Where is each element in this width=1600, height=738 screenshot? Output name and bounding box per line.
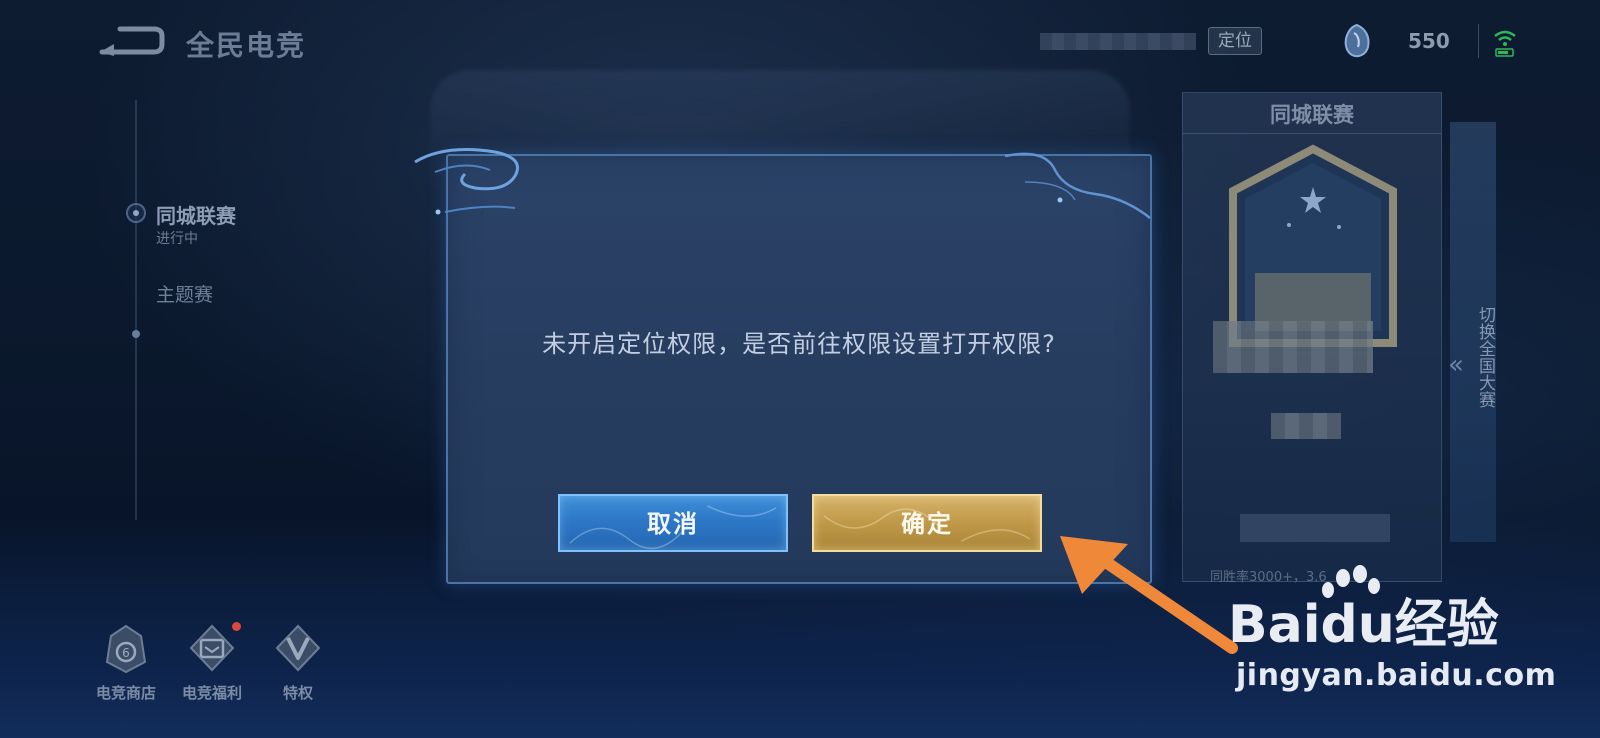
back-arrow-icon — [99, 26, 165, 56]
gift-icon — [189, 624, 235, 672]
sidebar-item-city-league[interactable]: 同城联赛 — [156, 200, 236, 229]
annotation-arrow-icon — [1060, 536, 1238, 654]
double-chevron-left-icon: « — [1448, 350, 1464, 380]
card-action-bar — [1240, 514, 1390, 542]
nav-esports-welfare-label: 电竞福利 — [181, 684, 242, 702]
switch-national-label: 切换全国大赛 — [1475, 306, 1495, 408]
cancel-button[interactable]: 取消 — [558, 494, 788, 552]
confirm-button-label: 确定 — [901, 510, 953, 538]
sidebar-item-city-league-status: 进行中 — [156, 231, 198, 247]
gem-currency-icon — [1344, 23, 1370, 58]
sidebar-track — [135, 100, 137, 520]
watermark-brand: Baidu经验 — [1228, 595, 1499, 655]
svg-text:6: 6 — [122, 646, 130, 660]
permission-dialog: 未开启定位权限，是否前往权限设置打开权限? 取消 确定 — [446, 154, 1152, 584]
watermark-url: jingyan.baidu.com — [1236, 658, 1557, 693]
wifi-battery-icon — [1494, 30, 1516, 57]
coin-count: 550 — [1408, 29, 1450, 53]
blurred-rank-text — [1271, 413, 1341, 439]
city-league-card[interactable]: 同城联赛 — [1182, 92, 1442, 582]
vip-icon — [275, 624, 321, 672]
back-button[interactable] — [98, 24, 168, 58]
sidebar-marker — [132, 330, 140, 338]
notification-badge — [232, 622, 241, 631]
sidebar-active-marker — [126, 203, 146, 223]
city-league-card-title: 同城联赛 — [1270, 103, 1354, 127]
nav-esports-shop[interactable]: 6 电竞商店 — [86, 622, 166, 703]
nav-privilege-label: 特权 — [282, 684, 313, 702]
blurred-username — [1040, 33, 1196, 50]
sidebar-item-theme-match[interactable]: 主题赛 — [156, 280, 213, 307]
header-divider — [1478, 24, 1479, 58]
shop-icon: 6 — [105, 624, 147, 674]
nav-privilege[interactable]: 特权 — [258, 622, 338, 703]
dialog-message: 未开启定位权限，是否前往权限设置打开权限? — [542, 330, 1056, 358]
nav-esports-shop-label: 电竞商店 — [95, 684, 156, 702]
cancel-button-label: 取消 — [647, 510, 699, 538]
locate-button[interactable]: 定位 — [1208, 27, 1262, 55]
nav-esports-welfare[interactable]: 电竞福利 — [172, 622, 252, 703]
card-divider — [1183, 133, 1441, 134]
blurred-city-image — [1213, 321, 1373, 373]
page-title: 全民电竞 — [186, 29, 307, 62]
confirm-button[interactable]: 确定 — [812, 494, 1042, 552]
